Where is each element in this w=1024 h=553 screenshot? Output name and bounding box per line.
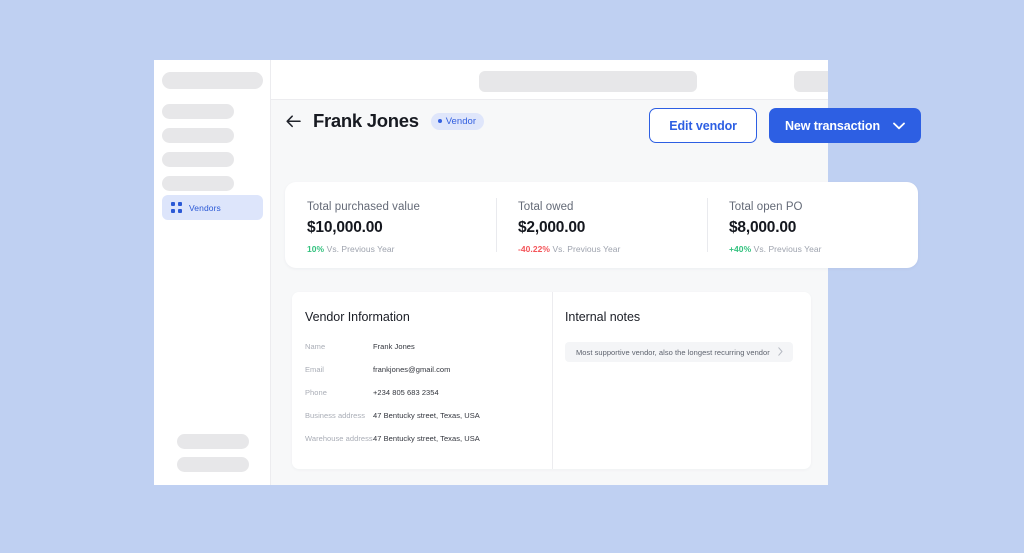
stat-delta-percent: +40% (729, 244, 752, 254)
new-transaction-label: New transaction (784, 118, 880, 133)
vendor-information-title: Vendor Information (305, 310, 410, 324)
screenshot-stage: Vendors Frank Jones Vendor Edit vendor N… (0, 0, 1024, 553)
internal-notes-title: Internal notes (565, 310, 641, 324)
stat-delta-percent: 10% (307, 244, 325, 254)
edit-vendor-button[interactable]: Edit vendor (649, 108, 757, 143)
info-value: 47 Bentucky street, Texas, USA (373, 411, 480, 420)
page-title: Frank Jones (313, 110, 419, 131)
grid-icon (171, 202, 182, 213)
sidebar-item-vendors[interactable]: Vendors (162, 195, 263, 220)
info-row-name: Name Frank Jones (305, 342, 552, 351)
info-value: 47 Bentucky street, Texas, USA (373, 434, 480, 443)
stat-delta-comparison: Vs. Previous Year (552, 244, 621, 254)
status-badge: Vendor (430, 112, 485, 130)
sidebar-item-placeholder-1[interactable] (162, 104, 234, 119)
page-header: Frank Jones Vendor Edit vendor New trans… (285, 108, 925, 152)
stat-delta: -40.22% Vs. Previous Year (518, 244, 707, 254)
info-label: Warehouse address (305, 434, 373, 443)
page-header-left: Frank Jones Vendor (285, 110, 485, 131)
chevron-down-icon (893, 122, 905, 130)
internal-notes-panel: Internal notes Most supportive vendor, a… (552, 292, 811, 469)
stat-delta-comparison: Vs. Previous Year (753, 244, 822, 254)
stats-card: Total purchased value $10,000.00 10% Vs.… (285, 182, 918, 268)
stat-value: $10,000.00 (307, 219, 383, 236)
status-badge-label: Vendor (445, 115, 477, 127)
sidebar-footer-placeholder-1[interactable] (177, 434, 249, 449)
stat-delta-percent: -40.22% (518, 244, 551, 254)
search-input-placeholder[interactable] (479, 71, 697, 92)
stat-total-purchased-value: Total purchased value $10,000.00 10% Vs.… (285, 182, 496, 268)
vendor-information-panel: Vendor Information Name Frank Jones Emai… (292, 292, 552, 469)
stat-value: $2,000.00 (518, 219, 586, 236)
top-bar (271, 60, 828, 100)
new-transaction-button[interactable]: New transaction (768, 108, 921, 143)
info-label: Name (305, 342, 326, 351)
info-value: frankjones@gmail.com (373, 365, 451, 374)
chevron-right-icon (778, 346, 783, 358)
sidebar-item-placeholder-3[interactable] (162, 152, 234, 167)
stat-total-owed: Total owed $2,000.00 -40.22% Vs. Previou… (496, 182, 707, 268)
stat-label: Total owed (518, 201, 574, 213)
sidebar: Vendors (154, 60, 271, 485)
internal-note-text: Most supportive vendor, also the longest… (576, 347, 770, 357)
info-row-email: Email frankjones@gmail.com (305, 365, 552, 374)
internal-note-item[interactable]: Most supportive vendor, also the longest… (565, 342, 793, 362)
sidebar-logo-placeholder (162, 72, 263, 89)
info-row-business-address: Business address 47 Bentucky street, Tex… (305, 411, 552, 420)
info-row-warehouse-address: Warehouse address 47 Bentucky street, Te… (305, 434, 552, 443)
info-label: Email (305, 365, 325, 374)
arrow-left-icon[interactable] (285, 113, 302, 130)
stat-delta-comparison: Vs. Previous Year (326, 244, 395, 254)
badge-dot-icon (437, 119, 442, 124)
detail-card: Vendor Information Name Frank Jones Emai… (292, 292, 811, 469)
info-value: Frank Jones (373, 342, 415, 351)
topbar-action-placeholder[interactable] (794, 71, 828, 92)
sidebar-item-placeholder-4[interactable] (162, 176, 234, 191)
stat-label: Total open PO (729, 201, 803, 213)
sidebar-item-label: Vendors (189, 202, 221, 213)
stat-value: $8,000.00 (729, 219, 797, 236)
info-value: +234 805 683 2354 (373, 388, 439, 397)
info-row-phone: Phone +234 805 683 2354 (305, 388, 552, 397)
stat-total-open-po: Total open PO $8,000.00 +40% Vs. Previou… (707, 182, 918, 268)
sidebar-item-placeholder-2[interactable] (162, 128, 234, 143)
page-header-actions: Edit vendor New transaction (649, 108, 921, 143)
stat-label: Total purchased value (307, 201, 420, 213)
stat-delta: +40% Vs. Previous Year (729, 244, 918, 254)
sidebar-footer-placeholder-2[interactable] (177, 457, 249, 472)
info-label: Phone (305, 388, 327, 397)
stat-delta: 10% Vs. Previous Year (307, 244, 496, 254)
info-label: Business address (305, 411, 365, 420)
